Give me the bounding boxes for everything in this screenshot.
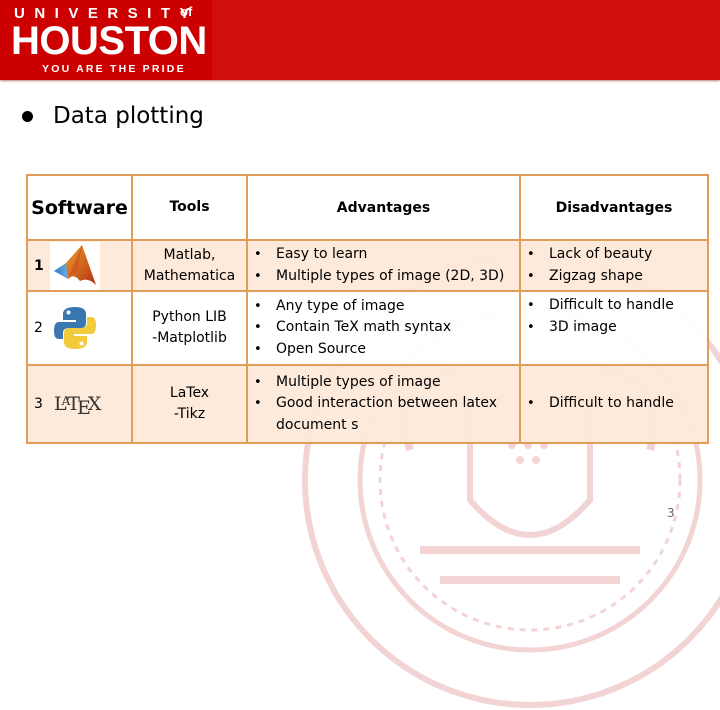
- advantage-item: Contain TeX math syntax: [254, 317, 515, 339]
- header-advantages: Advantages: [246, 174, 521, 241]
- row-number: 1: [34, 257, 44, 274]
- disadvantage-item: Lack of beauty: [527, 244, 703, 266]
- advantage-item: Open Source: [254, 339, 515, 361]
- tools-line: Python LIB: [152, 309, 227, 325]
- latex-logo-icon: LATEX: [54, 393, 101, 419]
- header-software: Software: [26, 174, 133, 241]
- comparison-table: Software Tools Advantages Disadvantages …: [26, 174, 709, 444]
- advantages-cell: Any type of image Contain TeX math synta…: [246, 290, 521, 366]
- university-logo: UNIVERSITY of HOUSTON YOU ARE THE PRIDE: [0, 0, 212, 80]
- advantage-item: Multiple types of image (2D, 3D): [254, 266, 515, 288]
- slide-title: Data plotting: [20, 100, 204, 132]
- disadvantage-item: Difficult to handle: [527, 393, 703, 415]
- bullet-icon: [22, 110, 33, 122]
- table-row: 3 LATEX LaTex -Tikz Multiple types of im…: [26, 364, 709, 444]
- advantage-item: Good interaction between latex document …: [254, 393, 515, 436]
- table-row: 2 Python LIB -Matplotlib Any type of ima…: [26, 290, 709, 366]
- advantages-cell: Easy to learn Multiple types of image (2…: [246, 239, 521, 292]
- disadvantages-cell: Difficult to handle: [519, 364, 709, 444]
- tools-line: -Tikz: [173, 406, 206, 422]
- row-number: 3: [34, 396, 43, 412]
- tools-line: -Matplotlib: [152, 330, 227, 346]
- header-disadvantages: Disadvantages: [519, 174, 709, 241]
- advantages-cell: Multiple types of image Good interaction…: [246, 364, 521, 444]
- software-cell: 2: [26, 290, 133, 366]
- disadvantages-cell: Difficult to handle 3D image: [519, 290, 709, 366]
- tools-line: Matlab,: [163, 246, 216, 263]
- slide-title-text: Data plotting: [53, 103, 204, 129]
- logo-houston-text: HOUSTON: [11, 19, 207, 63]
- logo-of-text: of: [180, 4, 193, 19]
- advantage-item: Any type of image: [254, 296, 515, 318]
- disadvantage-item: 3D image: [527, 317, 703, 339]
- software-cell: 1: [26, 239, 133, 292]
- page-number: 3: [667, 506, 675, 520]
- tools-line: Mathematica: [143, 267, 236, 284]
- table-row: 1 Matlab, Mathematica • Easy to learn • …: [26, 239, 709, 292]
- table-header-row: Software Tools Advantages Disadvantages: [26, 174, 709, 241]
- advantage-item: Multiple types of image: [254, 372, 515, 394]
- row-number: 2: [34, 320, 43, 336]
- disadvantages-cell: Lack of beauty Zigzag shape: [519, 239, 709, 292]
- logo-tagline: YOU ARE THE PRIDE: [42, 63, 186, 75]
- disadvantage-item: Zigzag shape: [527, 266, 703, 288]
- tools-line: LaTex: [169, 385, 210, 401]
- header-tools: Tools: [131, 174, 248, 241]
- advantage-item: Easy to learn: [254, 244, 515, 266]
- python-logo-icon: [50, 304, 100, 352]
- tools-cell: LaTex -Tikz: [131, 364, 248, 444]
- matlab-logo-icon: [50, 241, 100, 290]
- tools-cell: Matlab, Mathematica: [131, 239, 248, 292]
- disadvantage-item: Difficult to handle: [527, 295, 703, 317]
- tools-cell: Python LIB -Matplotlib: [131, 290, 248, 366]
- software-cell: 3 LATEX: [26, 364, 133, 444]
